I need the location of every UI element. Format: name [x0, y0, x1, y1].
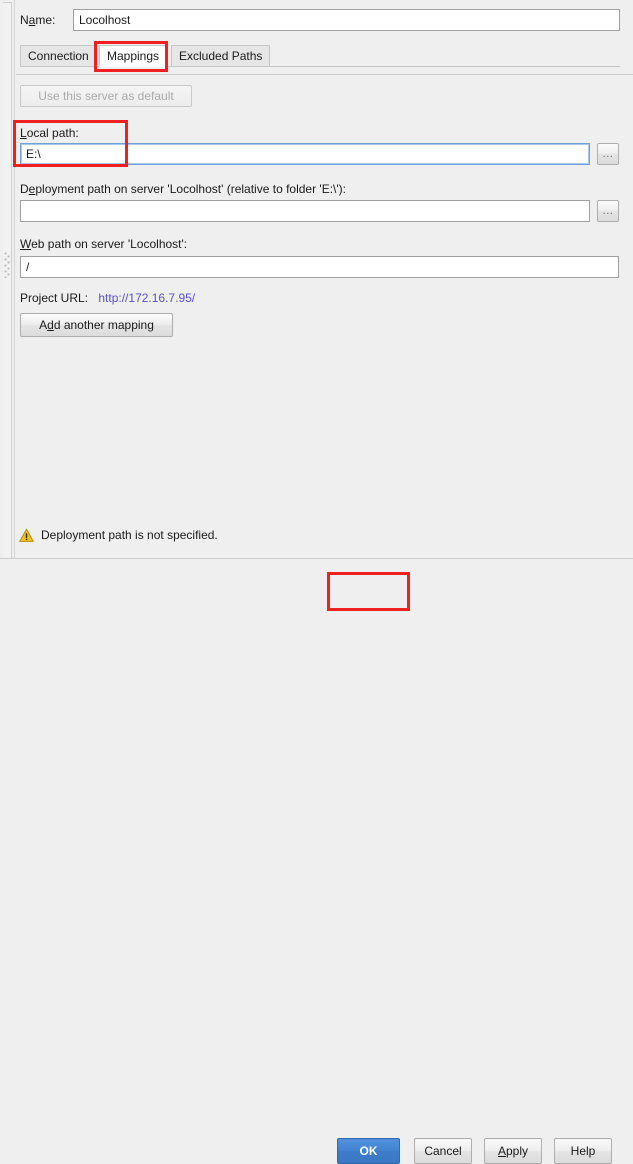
splitter-grip-icon[interactable]: [4, 252, 10, 278]
use-this-server-as-default-button[interactable]: Use this server as default: [20, 85, 192, 107]
project-url-label: Project URL:: [20, 291, 89, 305]
cancel-button[interactable]: Cancel: [414, 1138, 472, 1164]
project-url-row: Project URL: http://172.16.7.95/: [20, 291, 195, 307]
name-input[interactable]: [73, 9, 620, 31]
tab-excluded-paths[interactable]: Excluded Paths: [171, 45, 271, 67]
local-path-input[interactable]: [20, 143, 590, 165]
web-path-input[interactable]: [20, 256, 619, 278]
splitter-track: [3, 2, 12, 579]
tab-mappings[interactable]: Mappings: [99, 45, 168, 67]
project-url-link[interactable]: http://172.16.7.95/: [98, 291, 195, 305]
left-panel-splitter[interactable]: [0, 0, 15, 617]
apply-button[interactable]: Apply: [484, 1138, 542, 1164]
deployment-path-input[interactable]: [20, 200, 590, 222]
settings-tabs: Connection Mappings Excluded Paths: [20, 45, 620, 67]
deployment-path-label: Deployment path on server 'Locolhost' (r…: [20, 182, 347, 196]
status-warning: Deployment path is not specified.: [19, 526, 218, 544]
tab-connection[interactable]: Connection: [20, 45, 97, 67]
footer-button-bar: OK Cancel Apply Help: [0, 559, 633, 1164]
warning-triangle-icon: [19, 528, 34, 543]
deployment-path-browse-button[interactable]: ...: [597, 200, 619, 222]
local-path-label: Local path:: [20, 126, 79, 140]
tab-content-separator: [16, 74, 633, 75]
name-row: Name:: [20, 9, 620, 33]
web-path-label: Web path on server 'Locolhost':: [20, 237, 188, 251]
ok-button[interactable]: OK: [337, 1138, 400, 1164]
name-label: Name:: [20, 13, 56, 27]
help-button[interactable]: Help: [554, 1138, 612, 1164]
add-another-mapping-button[interactable]: Add another mapping: [20, 313, 173, 337]
local-path-browse-button[interactable]: ...: [597, 143, 619, 165]
warning-message: Deployment path is not specified.: [41, 528, 218, 542]
